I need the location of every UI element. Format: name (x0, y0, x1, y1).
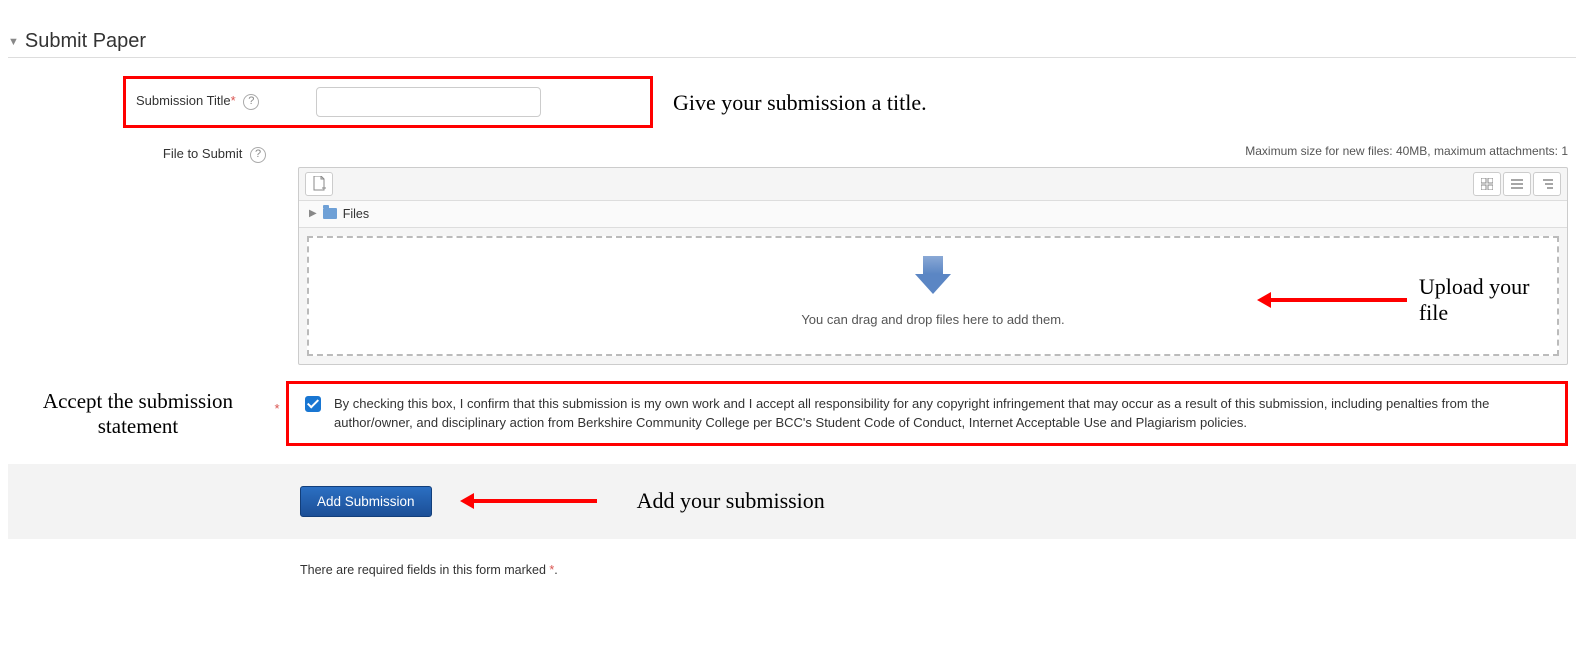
annotation-upload: Upload your file (1419, 274, 1557, 326)
view-list-button[interactable] (1503, 172, 1531, 196)
section-header: ▼ Submit Paper (8, 30, 1576, 58)
accept-statement-text: By checking this box, I confirm that thi… (334, 394, 1553, 433)
submit-bar: Add Submission Add your submission (8, 464, 1576, 539)
red-arrow-icon (472, 499, 597, 503)
red-arrow-icon (1269, 298, 1407, 302)
title-field-highlight: Submission Title* ? (123, 76, 653, 128)
file-size-hint: Maximum size for new files: 40MB, maximu… (278, 144, 1576, 158)
add-file-button[interactable] (305, 172, 333, 196)
submission-title-label-text: Submission Title (136, 93, 231, 108)
required-note-suffix: . (554, 563, 557, 577)
add-submission-button[interactable]: Add Submission (300, 486, 432, 517)
submission-title-input[interactable] (316, 87, 541, 117)
tree-root-label: Files (343, 207, 369, 221)
page-title: Submit Paper (25, 30, 146, 53)
accept-statement-highlight: By checking this box, I confirm that thi… (286, 381, 1568, 446)
submission-title-label: Submission Title* ? (136, 87, 286, 110)
annotation-accept-line1: Accept the submission (8, 389, 268, 414)
folder-icon (323, 208, 337, 219)
required-fields-note: There are required fields in this form m… (300, 563, 1576, 577)
annotation-add: Add your submission (637, 488, 825, 514)
grid-icon (1481, 178, 1493, 190)
required-note-prefix: There are required fields in this form m… (300, 563, 549, 577)
help-icon[interactable]: ? (243, 94, 259, 110)
annotation-upload-wrap: Upload your file (1269, 274, 1557, 326)
file-toolbar (299, 168, 1567, 201)
tree-icon (1541, 178, 1553, 190)
file-dropzone[interactable]: You can drag and drop files here to add … (307, 236, 1559, 356)
view-grid-button[interactable] (1473, 172, 1501, 196)
file-to-submit-label: File to Submit ? (8, 140, 278, 163)
annotation-accept: Accept the submission statement (8, 381, 268, 439)
list-icon (1511, 178, 1523, 190)
file-picker: ▶ Files You can drag and drop files here… (298, 167, 1568, 365)
help-icon[interactable]: ? (250, 147, 266, 163)
tree-toggle-icon[interactable]: ▶ (309, 208, 317, 219)
required-asterisk: * (231, 93, 236, 108)
file-label-text: File to Submit (163, 146, 242, 161)
dropzone-text: You can drag and drop files here to add … (801, 312, 1064, 327)
accept-checkbox[interactable] (305, 396, 321, 412)
disclosure-triangle-icon[interactable]: ▼ (8, 36, 19, 48)
file-tree-row[interactable]: ▶ Files (299, 201, 1567, 228)
annotation-title: Give your submission a title. (673, 76, 927, 116)
download-arrow-icon (915, 274, 951, 294)
add-file-icon (312, 176, 326, 192)
annotation-accept-line2: statement (8, 414, 268, 439)
view-tree-button[interactable] (1533, 172, 1561, 196)
required-asterisk: * (268, 381, 286, 416)
